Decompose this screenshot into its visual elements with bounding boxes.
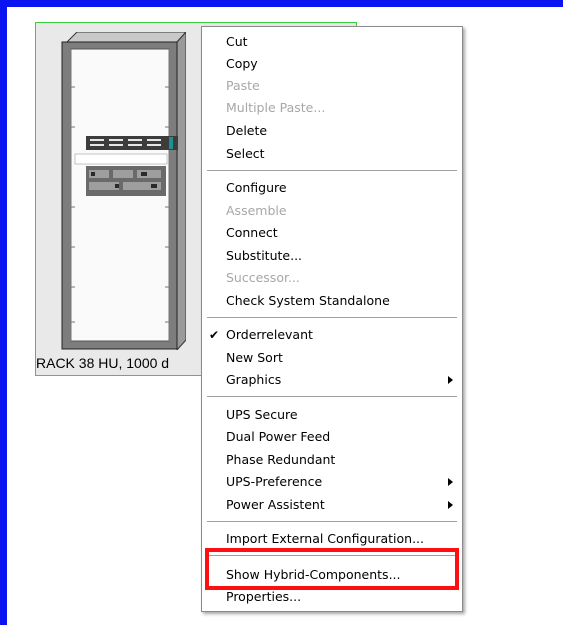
menu-item-assemble[interactable]: Assemble [202, 200, 462, 222]
menu-item-configure[interactable]: Configure [202, 177, 462, 199]
menu-item-multiple-paste[interactable]: Multiple Paste... [202, 97, 462, 119]
menu-separator [207, 396, 457, 398]
menu-item-substitute[interactable]: Substitute... [202, 245, 462, 267]
rack-caption: RACK 38 HU, 1000 d [36, 355, 170, 371]
menu-item-cut[interactable]: Cut [202, 31, 462, 53]
submenu-arrow-icon [448, 376, 453, 384]
menu-separator [207, 170, 457, 172]
menu-item-copy[interactable]: Copy [202, 53, 462, 75]
menu-item-phase-redundant[interactable]: Phase Redundant [202, 449, 462, 471]
menu-item-orderrelevant[interactable]: ✔ Orderrelevant [202, 324, 462, 346]
menu-item-connect[interactable]: Connect [202, 222, 462, 244]
submenu-arrow-icon [448, 478, 453, 486]
menu-item-check-system-standalone[interactable]: Check System Standalone [202, 290, 462, 312]
menu-item-graphics[interactable]: Graphics [202, 369, 462, 391]
menu-item-paste[interactable]: Paste [202, 75, 462, 97]
menu-item-import-external-configuration[interactable]: Import External Configuration... [202, 528, 462, 550]
highlight-box [205, 548, 459, 590]
submenu-arrow-icon [448, 501, 453, 509]
menu-item-successor[interactable]: Successor... [202, 267, 462, 289]
menu-item-new-sort[interactable]: New Sort [202, 347, 462, 369]
menu-item-dual-power-feed[interactable]: Dual Power Feed [202, 426, 462, 448]
menu-item-delete[interactable]: Delete [202, 120, 462, 142]
context-menu: Cut Copy Paste Multiple Paste... Delete … [201, 26, 463, 612]
checkmark-icon: ✔ [209, 328, 220, 342]
menu-item-ups-secure[interactable]: UPS Secure [202, 404, 462, 426]
menu-item-power-assistent[interactable]: Power Assistent [202, 494, 462, 516]
menu-separator [207, 317, 457, 319]
rack-image[interactable] [61, 32, 186, 350]
menu-separator [207, 521, 457, 523]
menu-item-ups-preference[interactable]: UPS-Preference [202, 471, 462, 493]
menu-item-select[interactable]: Select [202, 143, 462, 165]
